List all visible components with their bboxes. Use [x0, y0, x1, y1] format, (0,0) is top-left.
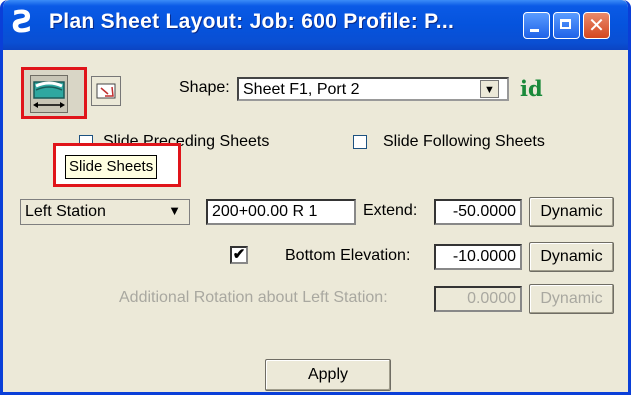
slide-sheets-button[interactable]	[21, 67, 87, 119]
extend-label: Extend:	[363, 202, 418, 219]
maximize-button[interactable]	[553, 12, 580, 39]
bottom-elevation-label: Bottom Elevation:	[285, 247, 411, 264]
apply-button[interactable]: Apply	[265, 359, 391, 391]
bottom-elevation-checkbox[interactable]: ✔	[230, 246, 248, 264]
close-button[interactable]: ✕	[583, 12, 610, 39]
bottom-elevation-dynamic-button[interactable]: Dynamic	[529, 242, 614, 272]
shape-label: Shape:	[179, 79, 230, 96]
rotate-sheet-icon	[96, 83, 116, 99]
shape-value: Sheet F1, Port 2	[243, 81, 360, 98]
shape-select[interactable]: Sheet F1, Port 2 ▼	[237, 77, 509, 101]
rotate-sheet-button[interactable]	[91, 76, 121, 106]
id-icon[interactable]: id	[520, 76, 543, 101]
slide-following-checkbox[interactable]	[353, 135, 367, 149]
title-bar[interactable]: Ƨ Plan Sheet Layout: Job: 600 Profile: P…	[3, 0, 628, 50]
station-input[interactable]: 200+00.00 R 1	[206, 199, 356, 225]
extend-dynamic-button[interactable]: Dynamic	[529, 197, 614, 227]
bottom-elevation-input[interactable]: -10.0000	[434, 244, 522, 270]
minimize-button[interactable]	[523, 12, 550, 39]
station-mode-value: Left Station	[25, 203, 106, 220]
slide-sheets-icon	[30, 75, 68, 113]
extend-input[interactable]: -50.0000	[434, 199, 522, 225]
chevron-down-icon[interactable]: ▼	[480, 80, 499, 98]
close-icon: ✕	[588, 13, 605, 37]
rotation-dynamic-button: Dynamic	[529, 284, 614, 314]
chevron-down-icon[interactable]: ▼	[168, 203, 181, 218]
microstation-icon[interactable]: Ƨ	[12, 8, 34, 38]
rotation-label: Additional Rotation about Left Station:	[119, 289, 388, 306]
plan-sheet-layout-window: Ƨ Plan Sheet Layout: Job: 600 Profile: P…	[0, 0, 631, 395]
slide-following-label: Slide Following Sheets	[383, 133, 545, 150]
station-mode-select[interactable]: Left Station ▼	[20, 199, 190, 225]
slide-sheets-tooltip: Slide Sheets	[65, 155, 158, 179]
rotation-input: 0.0000	[434, 286, 522, 312]
tooltip-highlight: Slide Sheets	[53, 143, 181, 187]
window-title: Plan Sheet Layout: Job: 600 Profile: P..…	[49, 10, 455, 33]
